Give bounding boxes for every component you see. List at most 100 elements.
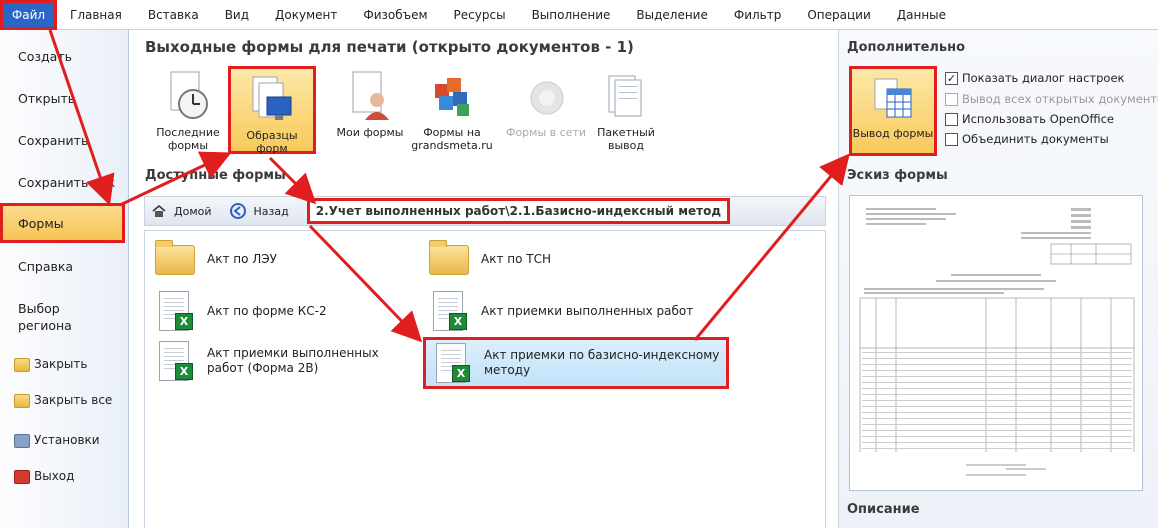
excel-doc-icon: X	[153, 291, 197, 331]
menu-save[interactable]: Сохранить	[0, 132, 129, 149]
network-icon	[523, 70, 569, 122]
option-label: Использовать OpenOffice	[962, 112, 1114, 126]
web-forms-label: Формы на grandsmeta.ru	[411, 126, 493, 152]
menu-settings[interactable]: Установки	[0, 432, 129, 449]
list-item-label: Акт по ТСН	[481, 251, 551, 266]
home-icon[interactable]	[152, 205, 166, 217]
menu-close[interactable]: Закрыть	[0, 356, 129, 373]
sample-forms-label: Образцы форм	[246, 129, 298, 155]
my-forms-button[interactable]: Мои формы	[326, 66, 414, 154]
list-item-label: Акт по ЛЭУ	[207, 251, 277, 266]
clock-doc-icon	[165, 70, 211, 122]
additional-panel: Дополнительно Вывод формы ✓ Показать диа…	[838, 30, 1158, 528]
menu-exit-label: Выход	[34, 469, 75, 483]
tab-home[interactable]: Главная	[57, 0, 135, 30]
folder-icon	[427, 239, 471, 279]
sample-forms-button[interactable]: Образцы форм	[228, 66, 316, 155]
additional-title: Дополнительно	[847, 40, 966, 55]
tab-insert[interactable]: Вставка	[135, 0, 212, 30]
option-openoffice[interactable]: Использовать OpenOffice	[945, 112, 1114, 126]
excel-doc-icon: X	[430, 343, 474, 383]
print-form-button[interactable]: Вывод формы	[849, 66, 937, 156]
home-button[interactable]: Домой	[174, 205, 212, 218]
list-item[interactable]: X Акт приемки выполненных работ	[427, 291, 693, 331]
batch-doc-icon	[603, 70, 649, 122]
menu-settings-label: Установки	[34, 433, 100, 447]
tab-document[interactable]: Документ	[262, 0, 350, 30]
checkbox[interactable]	[945, 132, 958, 146]
my-forms-label: Мои формы	[336, 126, 404, 139]
tab-data[interactable]: Данные	[884, 0, 959, 30]
option-label: Вывод всех открытых документов	[962, 92, 1158, 106]
exit-icon	[14, 469, 30, 484]
option-merge-docs[interactable]: Объединить документы	[945, 132, 1109, 146]
print-forms-panel: Выходные формы для печати (открыто докум…	[130, 30, 830, 528]
list-item-label: Акт приемки выполненных работ (Форма 2В)	[207, 346, 379, 375]
table-doc-icon	[873, 77, 913, 119]
list-item[interactable]: X Акт по форме КС-2	[153, 291, 327, 331]
list-item[interactable]: Акт по ЛЭУ	[153, 239, 277, 279]
option-show-settings[interactable]: ✓ Показать диалог настроек	[945, 71, 1124, 85]
menu-open[interactable]: Открыть	[0, 90, 129, 107]
web-forms-button[interactable]: Формы на grandsmeta.ru	[402, 66, 502, 154]
batch-output-button[interactable]: Пакетный вывод	[582, 66, 670, 154]
tab-selection[interactable]: Выделение	[623, 0, 720, 30]
menu-create[interactable]: Создать	[0, 48, 129, 65]
available-forms-title: Доступные формы	[145, 168, 286, 183]
batch-output-label: Пакетный вывод	[597, 126, 655, 152]
folder-icon	[14, 357, 30, 372]
forms-list: Акт по ЛЭУ Акт по ТСН X Акт по форме КС-…	[144, 230, 826, 528]
tab-execution[interactable]: Выполнение	[519, 0, 624, 30]
menu-forms[interactable]: Формы	[0, 203, 125, 243]
network-forms-button[interactable]: Формы в сети	[502, 66, 590, 154]
folders-icon	[14, 393, 30, 408]
panel-title: Выходные формы для печати (открыто докум…	[145, 38, 634, 56]
excel-doc-icon: X	[427, 291, 471, 331]
forms-sample-icon	[249, 73, 295, 125]
option-label: Показать диалог настроек	[962, 71, 1125, 85]
network-forms-label: Формы в сети	[505, 126, 586, 139]
menu-region[interactable]: Выбор региона	[0, 300, 129, 334]
settings-icon	[14, 433, 30, 448]
checkbox-checked[interactable]: ✓	[945, 71, 958, 85]
recent-forms-button[interactable]: Последние формы	[144, 66, 232, 154]
list-item-label: Акт приемки выполненных работ	[481, 303, 694, 318]
back-arrow-icon[interactable]	[229, 203, 246, 219]
tab-physvolume[interactable]: Физобъем	[350, 0, 440, 30]
web-forms-icon	[429, 70, 475, 122]
option-label: Объединить документы	[962, 132, 1109, 146]
menu-close-all[interactable]: Закрыть все	[0, 392, 129, 409]
excel-doc-icon: X	[153, 341, 197, 381]
list-item[interactable]: X Акт приемки выполненных работ (Форма 2…	[153, 341, 383, 381]
user-doc-icon	[347, 70, 393, 122]
list-item-label: Акт приемки по базисно-индексному методу	[484, 348, 720, 377]
backstage-menu: Создать Открыть Сохранить Сохранить как …	[0, 30, 129, 528]
tab-filter[interactable]: Фильтр	[721, 0, 794, 30]
tab-operations[interactable]: Операции	[794, 0, 883, 30]
menu-help[interactable]: Справка	[0, 258, 129, 275]
folder-icon	[153, 239, 197, 279]
option-all-docs[interactable]: Вывод всех открытых документов	[945, 92, 1158, 106]
sketch-title: Эскиз формы	[847, 168, 948, 183]
tab-file[interactable]: Файл	[0, 0, 57, 30]
recent-forms-label: Последние формы	[156, 126, 220, 152]
checkbox[interactable]	[945, 112, 958, 126]
menu-close-label: Закрыть	[34, 357, 88, 371]
tab-resources[interactable]: Ресурсы	[441, 0, 519, 30]
checkbox-disabled[interactable]	[945, 92, 958, 106]
preview-page-thumbnail	[856, 202, 1136, 484]
description-title: Описание	[847, 502, 920, 517]
form-preview	[849, 195, 1143, 491]
back-button[interactable]: Назад	[254, 205, 289, 218]
list-item[interactable]: Акт по ТСН	[427, 239, 551, 279]
menu-exit[interactable]: Выход	[0, 468, 129, 485]
print-form-label: Вывод формы	[852, 127, 934, 140]
menu-close-all-label: Закрыть все	[34, 393, 113, 407]
forms-path: 2.Учет выполненных работ\2.1.Базисно-инд…	[306, 198, 731, 224]
tab-view[interactable]: Вид	[212, 0, 262, 30]
forms-navbar: Домой Назад 2.Учет выполненных работ\2.1…	[144, 196, 826, 226]
menu-save-as[interactable]: Сохранить как	[0, 174, 129, 191]
list-item-label: Акт по форме КС-2	[207, 303, 327, 318]
list-item-selected[interactable]: X Акт приемки по базисно-индексному мето…	[423, 337, 729, 389]
ribbon-tabbar: Файл Главная Вставка Вид Документ Физобъ…	[0, 0, 1158, 30]
